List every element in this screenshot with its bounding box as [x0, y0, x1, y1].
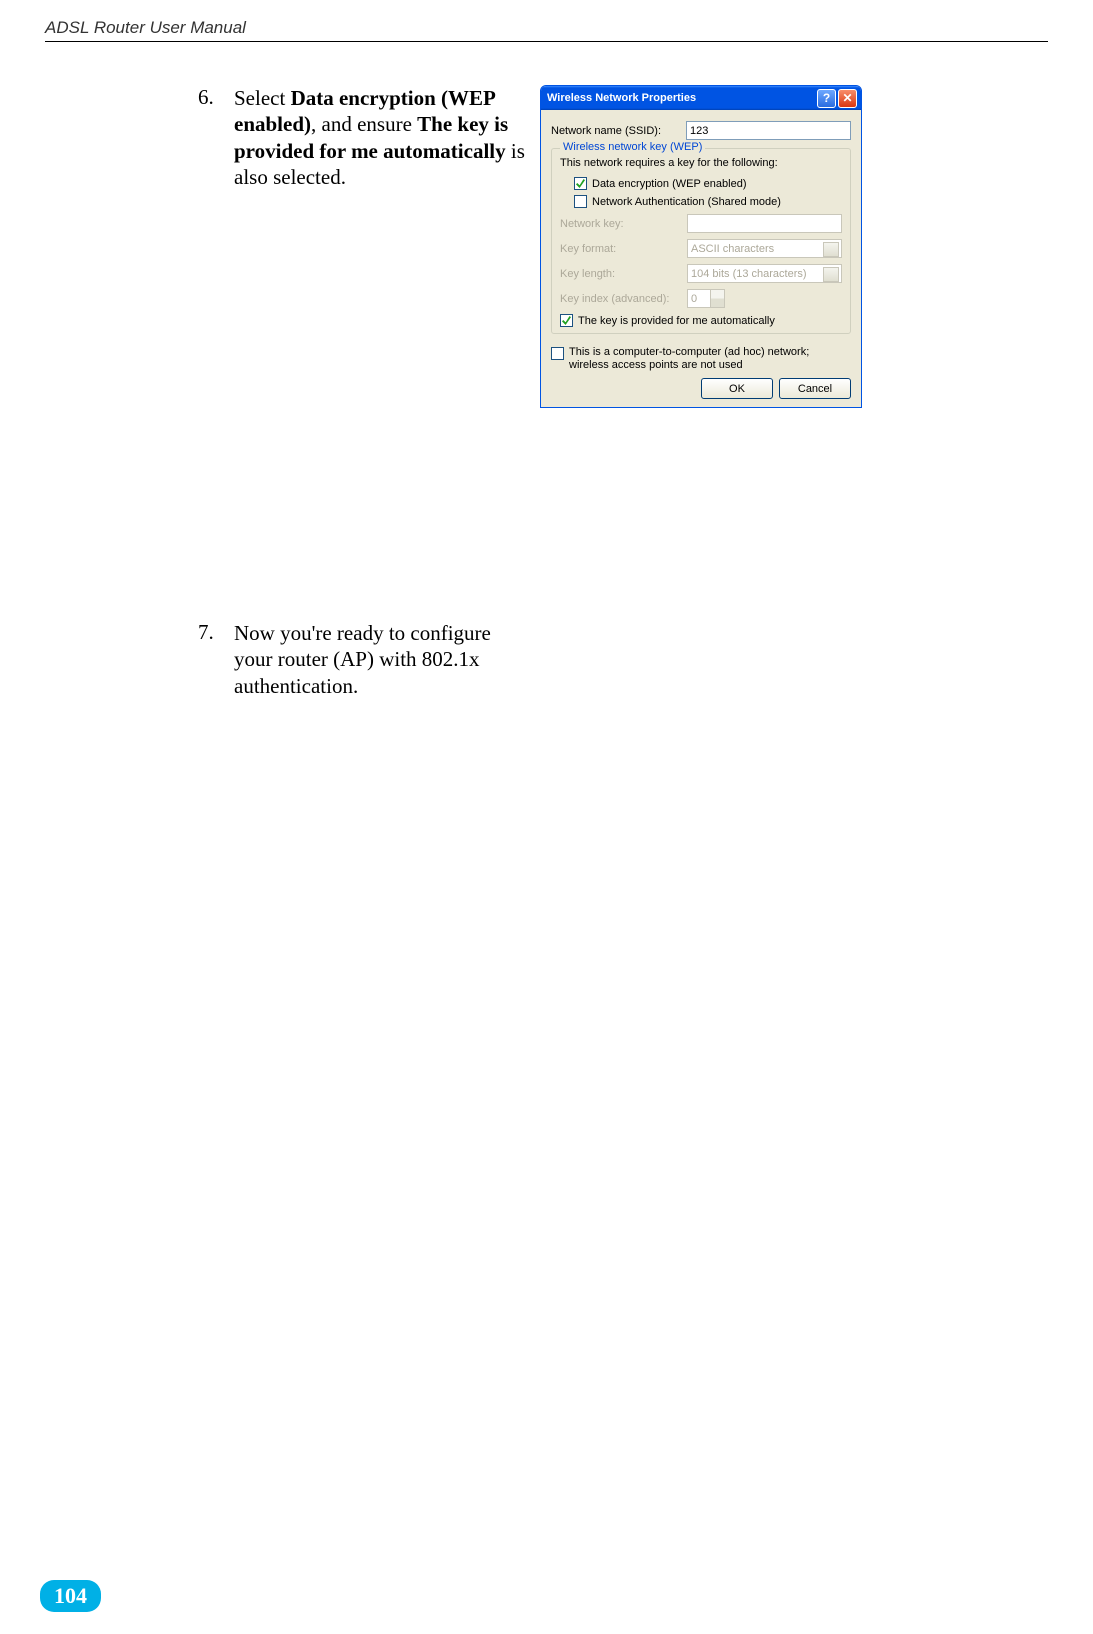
- data-encryption-checkbox[interactable]: [574, 177, 587, 190]
- key-index-label: Key index (advanced):: [560, 293, 687, 305]
- step-6-number: 6.: [190, 85, 234, 110]
- ssid-label: Network name (SSID):: [551, 125, 686, 137]
- ssid-input[interactable]: [686, 121, 851, 140]
- step-6-text: Select Data encryption (WEP enabled), an…: [234, 85, 534, 190]
- help-icon[interactable]: ?: [817, 89, 836, 108]
- key-auto-checkbox[interactable]: [560, 314, 573, 327]
- key-index-row: Key index (advanced): 0: [560, 289, 842, 308]
- wep-fieldset-title: Wireless network key (WEP): [560, 141, 705, 153]
- key-auto-label: The key is provided for me automatically: [578, 315, 775, 327]
- network-key-label: Network key:: [560, 218, 687, 230]
- adhoc-checkbox[interactable]: [551, 347, 564, 360]
- key-length-label: Key length:: [560, 268, 687, 280]
- step-6-mid: , and ensure: [311, 112, 417, 136]
- key-format-select: ASCII characters: [687, 239, 842, 258]
- step-6-pre: Select: [234, 86, 291, 110]
- key-length-select: 104 bits (13 characters): [687, 264, 842, 283]
- data-encryption-row: Data encryption (WEP enabled): [574, 177, 842, 190]
- data-encryption-label: Data encryption (WEP enabled): [592, 178, 747, 190]
- step-7-text: Now you're ready to configure your route…: [234, 620, 534, 699]
- adhoc-label: This is a computer-to-computer (ad hoc) …: [569, 346, 851, 372]
- key-length-row: Key length: 104 bits (13 characters): [560, 264, 842, 283]
- dialog-body: Network name (SSID): Wireless network ke…: [541, 110, 861, 407]
- key-format-label: Key format:: [560, 243, 687, 255]
- key-format-row: Key format: ASCII characters: [560, 239, 842, 258]
- network-key-row: Network key:: [560, 214, 842, 233]
- page-number: 104: [40, 1580, 101, 1612]
- cancel-button[interactable]: Cancel: [779, 378, 851, 399]
- dialog-buttons: OK Cancel: [551, 378, 851, 399]
- close-icon[interactable]: ✕: [838, 89, 857, 108]
- adhoc-row: This is a computer-to-computer (ad hoc) …: [551, 346, 851, 372]
- network-key-input: [687, 214, 842, 233]
- wireless-properties-dialog: Wireless Network Properties ? ✕ Network …: [540, 85, 862, 408]
- page-header: ADSL Router User Manual: [45, 18, 1048, 42]
- network-auth-row: Network Authentication (Shared mode): [574, 195, 842, 208]
- ssid-row: Network name (SSID):: [551, 121, 851, 140]
- step-7: 7. Now you're ready to configure your ro…: [190, 620, 1060, 699]
- wep-intro: This network requires a key for the foll…: [560, 157, 842, 169]
- key-index-spinner: 0: [687, 289, 725, 308]
- step-7-number: 7.: [190, 620, 234, 645]
- dialog-titlebar[interactable]: Wireless Network Properties ? ✕: [541, 86, 861, 110]
- wep-fieldset: Wireless network key (WEP) This network …: [551, 148, 851, 334]
- network-auth-checkbox[interactable]: [574, 195, 587, 208]
- ok-button[interactable]: OK: [701, 378, 773, 399]
- key-auto-row: The key is provided for me automatically: [560, 314, 842, 327]
- network-auth-label: Network Authentication (Shared mode): [592, 196, 781, 208]
- dialog-title: Wireless Network Properties: [547, 92, 815, 104]
